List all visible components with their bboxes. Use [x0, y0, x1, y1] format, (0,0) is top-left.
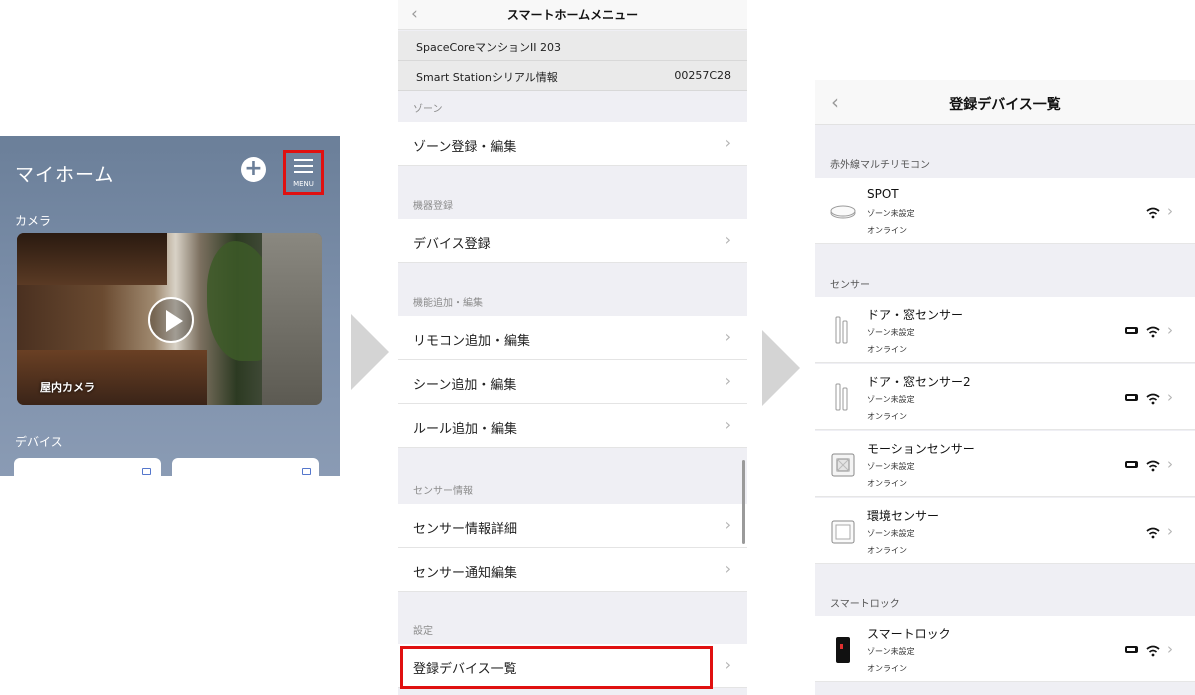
section-header: 設定 — [413, 626, 433, 637]
group-header: 赤外線マルチリモコン — [830, 160, 930, 171]
chevron-right-icon: › — [1167, 455, 1173, 473]
chevron-right-icon: › — [1167, 640, 1173, 658]
battery-icon — [1125, 646, 1138, 653]
menu-item-rule-edit[interactable]: ルール追加・編集 › — [398, 404, 747, 448]
device-list-screen: ‹ 登録デバイス一覧 赤外線マルチリモコン SPOT ゾーン未設定 オンライン … — [815, 80, 1195, 695]
section-header: ゾーン — [413, 104, 443, 115]
menu-item-device-register[interactable]: デバイス登録 › — [398, 219, 747, 263]
menu-item-sensor-detail[interactable]: センサー情報詳細 › — [398, 504, 747, 548]
wifi-icon — [1145, 457, 1161, 476]
device-card-icon — [142, 468, 151, 475]
ir-remote-icon — [829, 194, 857, 228]
menu-item-remote-edit[interactable]: リモコン追加・編集 › — [398, 316, 747, 360]
menu-button[interactable]: MENU — [283, 150, 324, 195]
page-title: 登録デバイス一覧 — [949, 97, 1061, 113]
flow-arrow-icon — [351, 314, 389, 390]
home-screen: マイホーム + MENU カメラ 屋内カメラ デバイス — [0, 136, 340, 476]
wifi-icon — [1145, 642, 1161, 661]
battery-icon — [1125, 461, 1138, 468]
camera-name: 屋内カメラ — [40, 381, 95, 394]
chevron-right-icon: › — [724, 230, 731, 249]
flow-arrow-icon — [762, 330, 800, 406]
motion-sensor-icon — [829, 447, 857, 481]
camera-preview[interactable]: 屋内カメラ — [17, 233, 322, 405]
menu-item-device-list[interactable]: 登録デバイス一覧 › — [398, 644, 747, 689]
serial-value: 00257C28 — [674, 69, 731, 82]
wifi-icon — [1145, 524, 1161, 543]
device-card[interactable] — [172, 458, 319, 476]
menu-item-scene-edit[interactable]: シーン追加・編集 › — [398, 360, 747, 404]
chevron-right-icon: › — [724, 327, 731, 346]
group-header: センサー — [830, 280, 870, 291]
section-header: 機能追加・編集 — [413, 298, 483, 309]
chevron-right-icon: › — [1167, 202, 1173, 220]
device-row[interactable]: SPOT ゾーン未設定 オンライン › — [815, 178, 1195, 244]
smart-lock-icon — [829, 632, 857, 666]
chevron-right-icon: › — [724, 371, 731, 390]
highlight-box — [400, 646, 713, 689]
chevron-right-icon: › — [1167, 522, 1173, 540]
serial-label: Smart Stationシリアル情報 — [416, 71, 558, 84]
door-sensor-icon — [829, 380, 857, 414]
chevron-right-icon: › — [724, 655, 731, 674]
hamburger-icon — [294, 159, 313, 161]
device-row[interactable]: ドア・窓センサー ゾーン未設定 オンライン › — [815, 297, 1195, 363]
scrollbar[interactable] — [742, 460, 745, 544]
property-row: SpaceCoreマンションII 203 — [398, 31, 747, 61]
device-card[interactable] — [14, 458, 161, 476]
door-sensor-icon — [829, 313, 857, 347]
property-name: SpaceCoreマンションII 203 — [416, 41, 561, 54]
menu-nav-bar: ‹ スマートホームメニュー — [398, 0, 747, 30]
group-header: スマートロック — [830, 599, 900, 610]
menu-label: MENU — [293, 180, 314, 188]
device-row[interactable]: モーションセンサー ゾーン未設定 オンライン › — [815, 431, 1195, 497]
device-section-label: デバイス — [15, 435, 63, 449]
play-icon[interactable] — [148, 297, 194, 343]
chevron-right-icon: › — [724, 559, 731, 578]
chevron-right-icon: › — [724, 133, 731, 152]
menu-item-zone-edit[interactable]: ゾーン登録・編集 › — [398, 122, 747, 166]
page-title: スマートホームメニュー — [506, 8, 639, 22]
serial-row: Smart Stationシリアル情報 00257C28 — [398, 61, 747, 91]
chevron-right-icon: › — [724, 415, 731, 434]
chevron-right-icon: › — [1167, 321, 1173, 339]
wifi-icon — [1145, 323, 1161, 342]
device-row[interactable]: 環境センサー ゾーン未設定 オンライン › — [815, 498, 1195, 564]
smart-home-menu-screen: ‹ スマートホームメニュー SpaceCoreマンションII 203 Smart… — [398, 0, 747, 695]
wifi-icon — [1145, 390, 1161, 409]
battery-icon — [1125, 327, 1138, 334]
add-icon[interactable]: + — [241, 157, 266, 182]
device-row[interactable]: スマートロック ゾーン未設定 オンライン › — [815, 616, 1195, 682]
device-row[interactable]: ドア・窓センサー2 ゾーン未設定 オンライン › — [815, 364, 1195, 430]
environment-sensor-icon — [829, 514, 857, 548]
device-nav-bar: ‹ 登録デバイス一覧 — [815, 80, 1195, 125]
section-header: 機器登録 — [413, 201, 453, 212]
battery-icon — [1125, 394, 1138, 401]
chevron-right-icon: › — [724, 515, 731, 534]
wifi-icon — [1145, 204, 1161, 223]
section-header: センサー情報 — [413, 486, 473, 497]
camera-section-label: カメラ — [15, 214, 52, 228]
menu-item-sensor-notify[interactable]: センサー通知編集 › — [398, 548, 747, 592]
chevron-right-icon: › — [1167, 388, 1173, 406]
home-title: マイホーム — [15, 164, 115, 186]
device-card-icon — [302, 468, 311, 475]
